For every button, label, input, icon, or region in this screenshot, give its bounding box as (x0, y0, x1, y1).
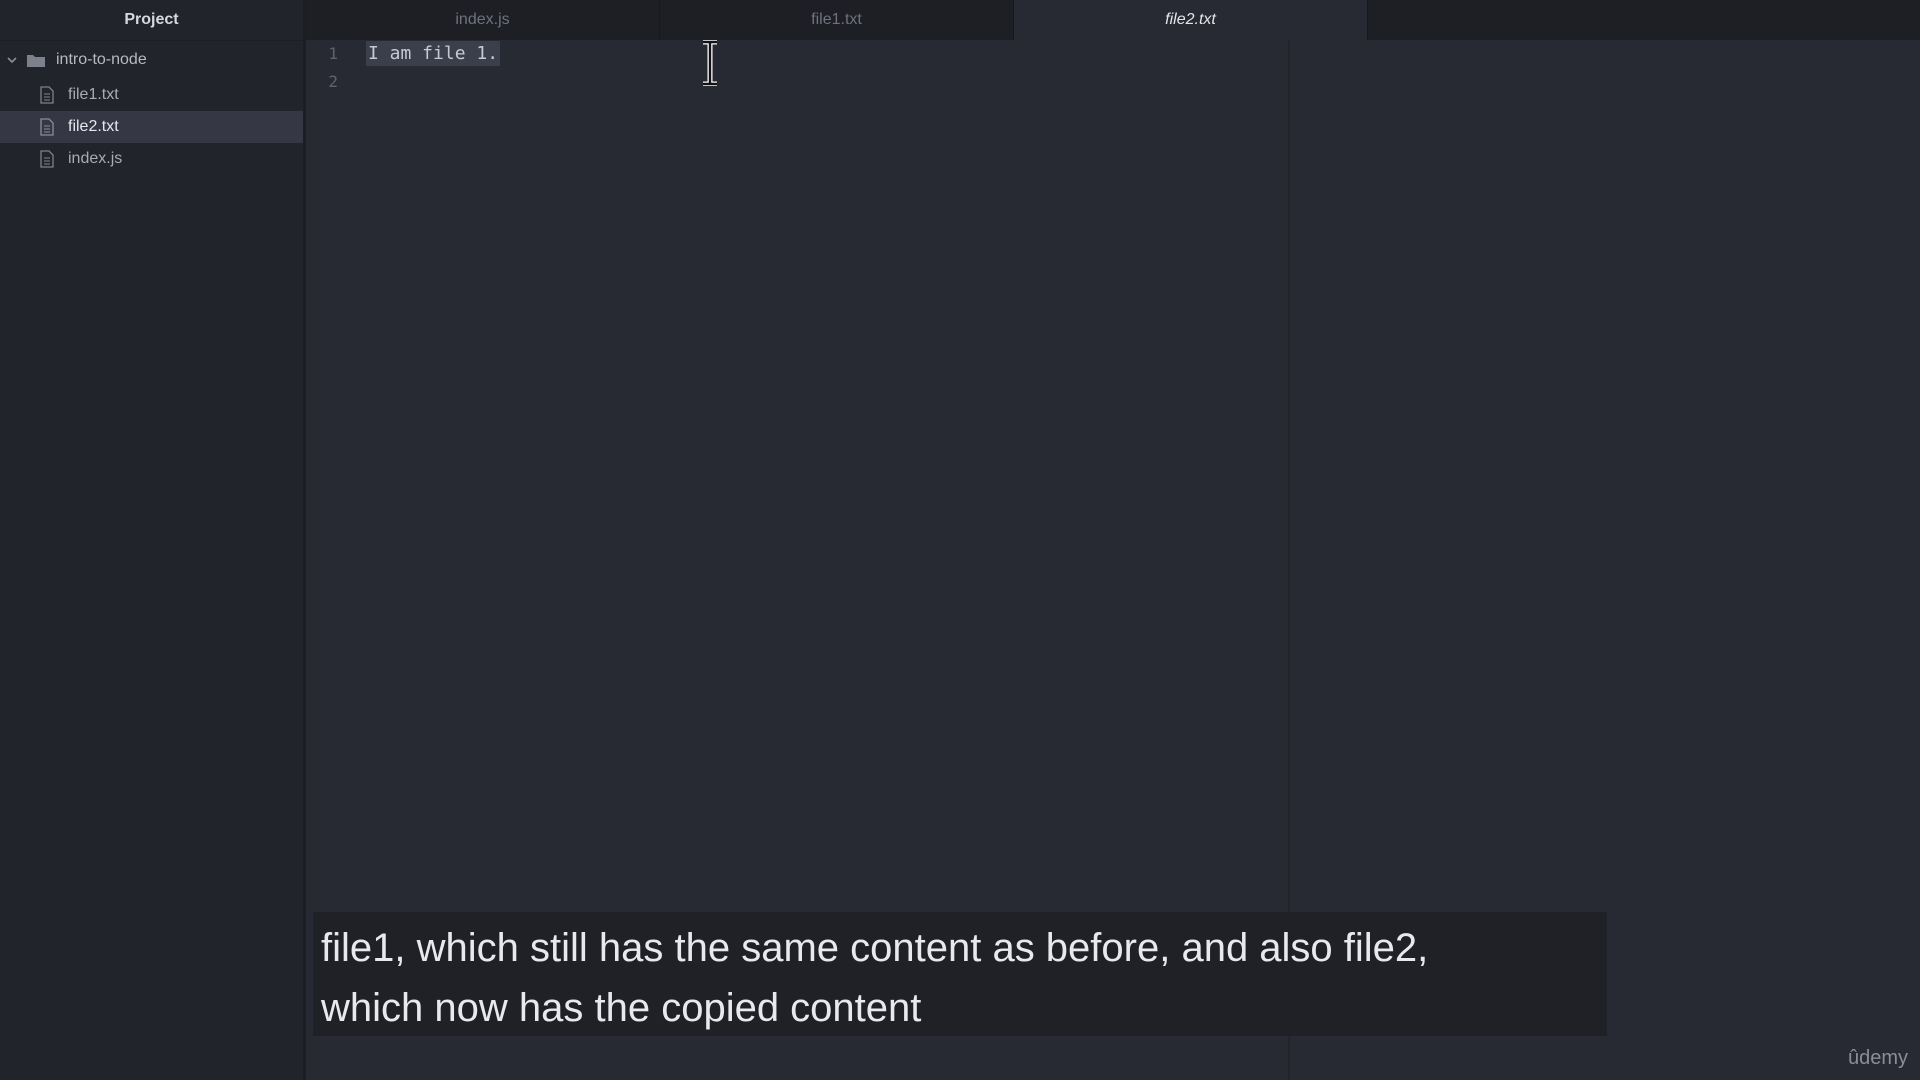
tree-file-label: index.js (68, 150, 123, 167)
line-text[interactable]: I am file 1. (366, 40, 501, 68)
tab-bar: index.js file1.txt file2.txt (306, 0, 1920, 40)
tree-file-label: file2.txt (68, 118, 119, 135)
tab-index-js[interactable]: index.js (306, 0, 660, 40)
subtitle-caption: file1, which still has the same content … (313, 912, 1607, 1036)
file-icon (40, 86, 54, 104)
tree-file-label: file1.txt (68, 86, 119, 103)
tree-file-file2[interactable]: file2.txt (0, 111, 303, 143)
caption-line-1: file1, which still has the same content … (321, 926, 1429, 970)
sidebar-title: Project (0, 0, 303, 41)
editor-line: 1 I am file 1. (306, 40, 1288, 68)
editor-line: 2 (306, 68, 1288, 96)
caption-line-2: which now has the copied content (321, 986, 922, 1030)
file-icon (40, 150, 54, 168)
watermark-logo: ûdemy (1847, 1047, 1908, 1069)
tree-file-file1[interactable]: file1.txt (0, 79, 303, 111)
file-icon (40, 118, 54, 136)
line-number: 2 (328, 72, 338, 91)
editor-window: Project intro-to-node file1.txt file2.tx… (0, 0, 1920, 1080)
project-sidebar: Project intro-to-node file1.txt file2.tx… (0, 0, 306, 1080)
line-number: 1 (328, 44, 338, 63)
tree-folder-intro-to-node[interactable]: intro-to-node (0, 41, 303, 79)
tree-folder-label: intro-to-node (56, 51, 147, 68)
folder-icon (27, 55, 45, 67)
tab-file1-txt[interactable]: file1.txt (660, 0, 1014, 40)
text-cursor-icon (703, 40, 717, 86)
tab-file2-txt[interactable]: file2.txt (1014, 0, 1368, 40)
tree-file-index-js[interactable]: index.js (0, 143, 303, 175)
chevron-down-icon (7, 57, 17, 64)
selected-text: I am file 1. (366, 41, 501, 66)
